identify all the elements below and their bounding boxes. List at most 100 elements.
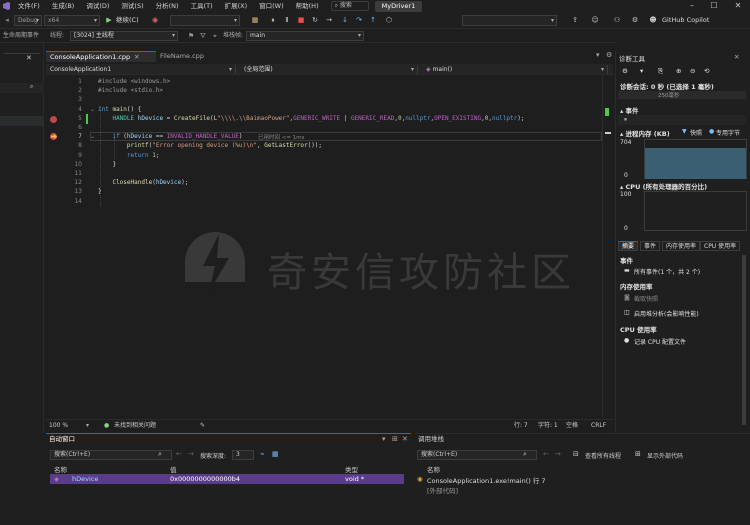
callstack-search-input[interactable]: 搜索(Ctrl+E) [417, 450, 537, 460]
show-external-code-button[interactable]: 显示外部代码 [647, 451, 683, 460]
settings-icon[interactable]: ⚙ [630, 15, 640, 25]
zoom-in-icon[interactable]: ⊕ [676, 67, 681, 75]
pin-icon[interactable]: ✕ [26, 54, 32, 62]
search-depth-dropdown[interactable]: 3 [232, 450, 254, 460]
pin-to-source-icon[interactable]: ⌁ [260, 450, 264, 458]
thread-dropdown[interactable]: [3024] 主线程 [70, 31, 178, 41]
menu-search-box[interactable]: ⌕ 搜索 [330, 1, 369, 11]
brush-icon[interactable]: ✎ [200, 420, 205, 431]
autos-search-input[interactable]: 搜索(Ctrl+E) [50, 450, 172, 460]
continue-icon[interactable]: ▶ [104, 15, 114, 25]
callstack-forward-icon[interactable]: → [555, 450, 561, 458]
live-share-icon[interactable]: ⇪ [570, 15, 580, 25]
line-indicator[interactable]: 行: 7 [514, 420, 528, 431]
tab-close-icon[interactable]: ✕ [134, 53, 139, 61]
thread-pin-icon[interactable]: ⌖ [210, 31, 220, 41]
diag-settings-icon[interactable]: ⚙ [622, 67, 628, 75]
empty-dropdown[interactable] [170, 15, 240, 26]
editor-vertical-scrollbar[interactable] [602, 76, 613, 418]
reset-zoom-icon[interactable]: ⟲ [704, 67, 709, 75]
code-line[interactable]: return 1; [98, 152, 160, 159]
diag-close-icon[interactable]: ✕ [734, 53, 739, 61]
tab-memory-usage[interactable]: 内存使用率 [662, 241, 701, 251]
tab-consoleapplication1-cpp[interactable]: ConsoleApplication1.cpp ✕ [46, 51, 156, 62]
menu-build[interactable]: 生成(B) [46, 0, 81, 12]
person-icon[interactable]: ⚇ [612, 15, 622, 25]
current-statement-arrow-icon[interactable] [49, 132, 58, 141]
search-back-icon[interactable]: ← [176, 450, 182, 458]
zoom-level[interactable]: 100 % [49, 420, 68, 431]
maximize-icon[interactable]: ☐ [704, 0, 724, 12]
col-name[interactable]: 名称 [54, 464, 67, 474]
autos-pin-icon[interactable]: ⊞ [392, 435, 398, 443]
callstack-back-icon[interactable]: ← [543, 450, 549, 458]
menu-debug[interactable]: 调试(D) [80, 0, 115, 12]
debug-target-icon[interactable]: ◉ [150, 15, 160, 25]
record-cpu-button[interactable]: 记录 CPU 配置文件 [634, 337, 686, 346]
diag-export-icon[interactable]: ⎘ [658, 67, 663, 76]
tab-summary[interactable]: 摘要 [618, 241, 639, 251]
autos-dropdown-icon[interactable]: ▾ [382, 435, 386, 443]
fold-toggle-icon[interactable]: ⌄ [90, 106, 95, 113]
visualizer-icon[interactable]: ▦ [272, 450, 279, 458]
search-forward-icon[interactable]: → [188, 450, 194, 458]
flag-icon[interactable]: ⚑ [186, 31, 196, 41]
scope-dropdown[interactable]: (全局范围) [240, 65, 418, 74]
code-line[interactable]: } [98, 188, 102, 195]
left-search-icon[interactable]: ⌕ [30, 83, 33, 91]
view-all-threads-button[interactable]: 查看所有线程 [585, 451, 621, 460]
menu-window[interactable]: 窗口(W) [253, 0, 290, 12]
callstack-search-icon[interactable]: ⌕ [523, 450, 527, 459]
menu-analyze[interactable]: 分析(N) [150, 0, 185, 12]
step-into-icon[interactable]: ↓ [340, 15, 350, 25]
heap-analysis-button[interactable]: 启用堆分析(会影响性能) [634, 309, 699, 318]
platform-dropdown[interactable]: x64 [44, 15, 100, 26]
show-next-icon[interactable]: → [324, 15, 334, 25]
code-line[interactable]: #include <stdio.h> [98, 87, 163, 94]
stack-frame-dropdown[interactable]: main [246, 31, 364, 41]
code-line[interactable]: HANDLE hDevice = CreateFile(L"\\\\.\\Bai… [98, 115, 524, 122]
diag-select-tools-icon[interactable]: ▾ [640, 67, 643, 75]
settings-icon[interactable]: ⚙ [606, 51, 612, 59]
code-line[interactable]: printf("Error opening device (%u)\n", Ge… [98, 142, 322, 149]
config-dropdown[interactable]: Debug [14, 15, 42, 26]
project-dropdown[interactable]: ConsoleApplication1 [46, 65, 236, 74]
tab-cpu-usage[interactable]: CPU 使用率 [700, 241, 741, 251]
autos-search-icon[interactable]: ⌕ [158, 450, 162, 459]
left-panel-item[interactable] [0, 116, 44, 126]
restart-icon[interactable]: ↻ [310, 15, 320, 25]
col-type[interactable]: 类型 [345, 464, 358, 474]
code-line[interactable]: } [98, 161, 116, 168]
table-row[interactable]: ◈ hDevice 0x0000000000000b4 void * [50, 474, 404, 484]
zoom-out-icon[interactable]: ⊖ [690, 67, 695, 75]
timeline-ruler[interactable] [618, 91, 746, 99]
col-name[interactable]: 名称 [427, 464, 440, 474]
continue-button[interactable]: 继续(C) [116, 15, 139, 25]
take-snapshot-button[interactable]: 截取快照 [634, 294, 658, 303]
code-editor[interactable]: 1 #include <windows.h> 2 #include <stdio.h>… [46, 76, 602, 418]
vs-logo-icon[interactable] [0, 0, 12, 12]
breakpoint-icon[interactable] [50, 116, 57, 123]
feedback-icon[interactable]: ☺ [590, 15, 600, 25]
code-line[interactable]: #include <windows.h> [98, 78, 170, 85]
close-icon[interactable]: ✕ [728, 0, 748, 12]
code-line[interactable]: CloseHandle(hDevice); [98, 179, 188, 186]
fold-toggle-icon[interactable]: ⌄ [90, 133, 95, 140]
issues-label[interactable]: 未找到相关问题 [114, 420, 156, 431]
col-value[interactable]: 值 [170, 464, 177, 474]
menu-test[interactable]: 测试(S) [115, 0, 149, 12]
tab-overflow-icon[interactable]: ▾ [596, 51, 600, 59]
code-line[interactable]: int main() { [98, 106, 141, 113]
step-over-icon[interactable]: ↷ [354, 15, 364, 25]
menu-tools[interactable]: 工具(T) [185, 0, 219, 12]
external-code-icon[interactable]: ⊞ [635, 450, 641, 458]
menu-help[interactable]: 帮助(H) [290, 0, 325, 12]
step-out-icon[interactable]: ↑ [368, 15, 378, 25]
pause-icon[interactable]: ⏸ [268, 15, 278, 25]
folder-icon[interactable]: ▦ [250, 15, 260, 25]
break-all-icon[interactable]: Ⅱ [282, 15, 292, 25]
copilot-button[interactable]: GitHub Copilot [662, 15, 709, 25]
nav-back-icon[interactable]: ◂ [2, 15, 12, 25]
stop-icon[interactable]: ■ [296, 15, 306, 25]
table-row[interactable]: [外部代码] [415, 484, 748, 495]
